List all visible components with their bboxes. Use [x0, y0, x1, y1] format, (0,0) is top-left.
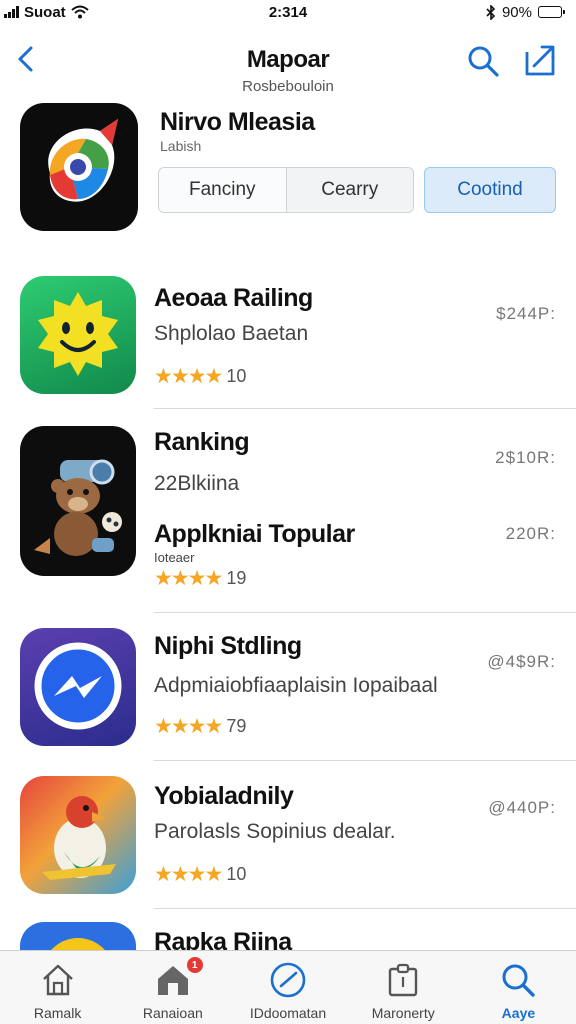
- rating-count: 79: [226, 716, 247, 736]
- segment-1[interactable]: Cearry: [285, 168, 413, 212]
- nav-bar: Mapoar Rosbebouloin: [0, 36, 576, 98]
- compass-logo-icon: [48, 119, 118, 202]
- divider: [154, 760, 576, 761]
- status-right: 90%: [486, 3, 565, 21]
- divider: [154, 408, 576, 409]
- tab-label: Ramalk: [33, 1005, 82, 1021]
- rating-stars: ★★★★: [154, 365, 223, 388]
- app-price[interactable]: @440P:: [488, 798, 556, 818]
- app-rating: ★★★★ 10: [154, 364, 246, 389]
- tab-search[interactable]: Aaye: [461, 951, 576, 1024]
- smiley-sun-icon: [20, 276, 136, 394]
- search-icon: [502, 964, 536, 997]
- wifi-icon: [71, 5, 89, 19]
- tab-label: Maronerty: [371, 1005, 435, 1021]
- segment-0[interactable]: Fanciny: [159, 168, 286, 212]
- app-extra: Ioteaer: [154, 550, 195, 565]
- app-rating: ★★★★ 19: [154, 566, 246, 591]
- app-price[interactable]: @4$9R:: [487, 652, 556, 672]
- tab-label: Ranaioan: [142, 1005, 203, 1021]
- bird-character-icon: [20, 776, 136, 894]
- carrier-label: Suoat: [24, 3, 66, 21]
- app-name: Niphi Stdling: [154, 632, 302, 660]
- status-left: Suoat: [4, 4, 89, 21]
- app-description: Parolasls Sopinius dealar.: [154, 820, 396, 843]
- messenger-bolt-icon: [20, 628, 136, 746]
- segment-active[interactable]: Cootind: [424, 167, 556, 213]
- app-price[interactable]: $244P:: [496, 304, 556, 324]
- featured-app-icon[interactable]: [20, 103, 138, 231]
- rating-stars: ★★★★: [154, 863, 223, 886]
- app-rating: ★★★★ 79: [154, 714, 246, 739]
- app-name: Aeoaa Railing: [154, 284, 313, 312]
- clock-icon: [270, 962, 306, 998]
- rating-stars: ★★★★: [154, 715, 223, 738]
- app-description: 22Blkiina: [154, 472, 240, 495]
- featured-app-subtitle: Labish: [160, 138, 202, 154]
- tab-clipboard[interactable]: Maronerty: [346, 951, 461, 1024]
- battery-icon: [538, 6, 565, 18]
- tab-bar: Ramalk 1 Ranaioan IDdoomatan Maronerty A…: [0, 950, 576, 1024]
- divider: [154, 908, 576, 909]
- tab-home[interactable]: Ramalk: [0, 951, 115, 1024]
- app-name: Ranking: [154, 428, 250, 456]
- clipboard-icon: [389, 963, 418, 997]
- app-price[interactable]: 2$10R:: [495, 448, 556, 468]
- page-subtitle: Rosbebouloin: [242, 78, 334, 95]
- rating-count: 10: [226, 864, 247, 884]
- tab-clock[interactable]: IDdoomatan: [230, 951, 345, 1024]
- segmented-control: Fanciny Cearry: [158, 167, 414, 213]
- tab-label: IDdoomatan: [249, 1005, 327, 1021]
- rating-stars: ★★★★: [154, 567, 223, 590]
- rating-count: 19: [226, 568, 247, 588]
- signal-icon: [4, 6, 19, 18]
- battery-percent: 90%: [501, 3, 532, 21]
- share-icon[interactable]: [522, 42, 558, 78]
- app-name: Yobialadnily: [154, 782, 294, 810]
- app-description: Shplolao Baetan: [154, 322, 309, 345]
- home-icon: [42, 964, 73, 996]
- tab-label: Aaye: [501, 1005, 536, 1021]
- store-icon: [157, 966, 188, 995]
- app-rating: ★★★★ 10: [154, 862, 246, 887]
- app-name: Applkniai Topular: [154, 520, 355, 548]
- divider: [154, 612, 576, 613]
- status-bar: Suoat 2:314 90%: [0, 0, 576, 24]
- rating-count: 10: [226, 366, 247, 386]
- featured-app-name: Nirvo Mleasia: [160, 108, 315, 136]
- bear-character-icon: [20, 426, 136, 576]
- app-price[interactable]: 220R:: [506, 524, 556, 544]
- tab-store[interactable]: 1 Ranaioan: [115, 951, 230, 1024]
- app-description: Adpmiaiobfiaaplaisin Iopaibaal: [154, 674, 438, 697]
- bluetooth-icon: [486, 4, 496, 20]
- notification-badge: 1: [186, 957, 203, 973]
- search-icon[interactable]: [466, 44, 500, 78]
